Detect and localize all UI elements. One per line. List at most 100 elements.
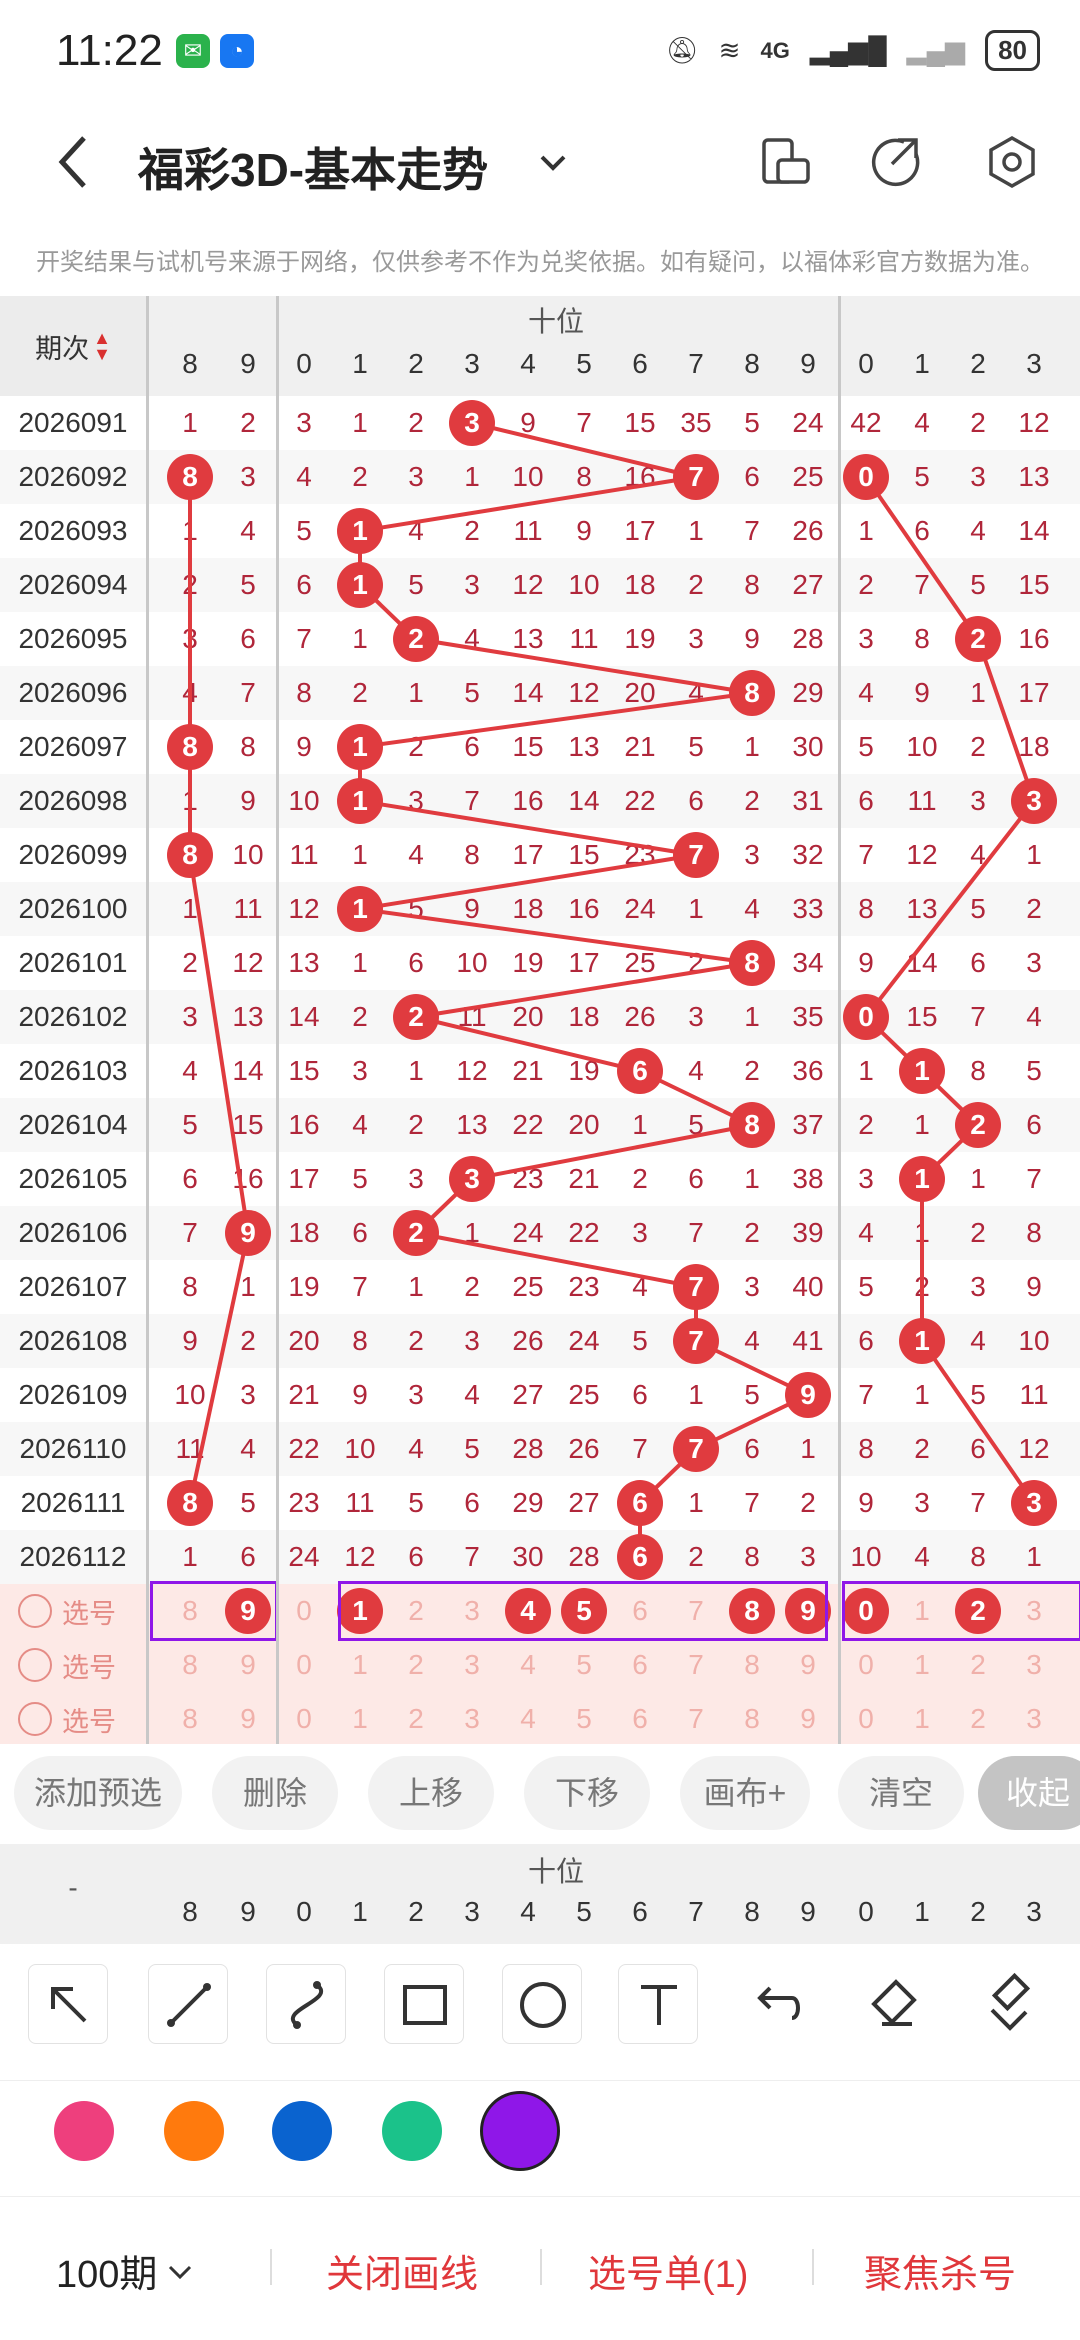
trend-ball: 0	[843, 454, 889, 500]
select-number[interactable]: 4	[500, 1638, 556, 1692]
select-row-toggle[interactable]: 选号	[18, 1584, 116, 1638]
select-number[interactable]: 7	[668, 1692, 724, 1746]
trend-cell: 7	[296, 623, 312, 654]
select-number[interactable]: 9	[780, 1638, 836, 1692]
select-number[interactable]: 6	[612, 1638, 668, 1692]
select-number[interactable]: 2	[950, 1692, 1006, 1746]
trend-cell: 14	[512, 677, 544, 708]
select-number[interactable]: 1	[894, 1638, 950, 1692]
layout-toggle-icon[interactable]	[758, 134, 814, 190]
trend-cell: 21	[568, 1163, 600, 1194]
trend-cell: 9	[1026, 1271, 1042, 1302]
column-header: 2	[408, 348, 424, 379]
trend-cell: 1	[1026, 839, 1042, 870]
select-row-toggle[interactable]: 选号	[18, 1692, 116, 1746]
move-down-button[interactable]: 下移	[524, 1756, 650, 1830]
trend-cell: 11	[457, 1001, 487, 1032]
trend-ball: 8	[729, 940, 775, 986]
color-swatch-orange[interactable]	[164, 2101, 224, 2161]
period-count-select[interactable]: 100期	[56, 2243, 195, 2298]
trend-cell: 2	[182, 947, 198, 978]
eraser-icon[interactable]	[852, 1964, 932, 2044]
select-number[interactable]: 9	[220, 1638, 276, 1692]
trend-cell: 8	[970, 1541, 986, 1572]
clear-all-icon[interactable]	[970, 1964, 1050, 2044]
collapse-button[interactable]: 收起	[978, 1756, 1080, 1830]
select-number[interactable]: 8	[162, 1692, 218, 1746]
radio-button[interactable]	[18, 1648, 52, 1682]
select-number[interactable]: 7	[668, 1638, 724, 1692]
delete-button[interactable]: 删除	[212, 1756, 338, 1830]
select-number[interactable]: 2	[388, 1692, 444, 1746]
select-number[interactable]: 5	[556, 1692, 612, 1746]
select-number[interactable]: 9	[780, 1692, 836, 1746]
select-row-toggle[interactable]: 选号	[18, 1638, 116, 1692]
radio-button[interactable]	[18, 1594, 52, 1628]
chevron-down-icon[interactable]	[536, 146, 570, 180]
select-number[interactable]: 8	[162, 1638, 218, 1692]
canvas-plus-button[interactable]: 画布+	[680, 1756, 810, 1830]
rectangle-icon[interactable]	[384, 1964, 464, 2044]
select-number[interactable]: 9	[220, 1692, 276, 1746]
signal-icon: ▂▄▆█	[809, 35, 887, 65]
select-number[interactable]: 1	[332, 1638, 388, 1692]
select-number[interactable]: 8	[724, 1692, 780, 1746]
select-number[interactable]: 1	[332, 1692, 388, 1746]
color-swatch-purple-selected[interactable]	[480, 2091, 560, 2171]
back-arrow-icon[interactable]	[50, 132, 100, 192]
select-number[interactable]: 0	[276, 1584, 332, 1638]
clear-button[interactable]: 清空	[838, 1756, 964, 1830]
select-number[interactable]: 0	[838, 1638, 894, 1692]
period-column-header[interactable]: 期次 ▲ ▼	[0, 296, 146, 396]
select-number[interactable]: 0	[276, 1638, 332, 1692]
color-swatch-pink[interactable]	[54, 2101, 114, 2161]
select-number[interactable]: 4	[500, 1692, 556, 1746]
text-icon[interactable]	[618, 1964, 698, 2044]
focus-kill-button[interactable]: 聚焦杀号	[864, 2243, 1016, 2298]
color-swatches	[0, 2080, 1080, 2190]
trend-cell: 6	[240, 623, 256, 654]
select-number[interactable]: 3	[1006, 1692, 1062, 1746]
line-icon[interactable]	[148, 1964, 228, 2044]
trend-cell: 13	[906, 893, 938, 924]
page-title[interactable]: 福彩3D-基本走势	[138, 134, 488, 200]
curve-icon[interactable]	[266, 1964, 346, 2044]
circle-icon[interactable]	[502, 1964, 582, 2044]
trend-cell: 16	[288, 1109, 320, 1140]
select-number[interactable]: 6	[612, 1692, 668, 1746]
trend-cell: 20	[512, 1001, 544, 1032]
select-number[interactable]: 2	[388, 1638, 444, 1692]
trend-cell: 28	[512, 1433, 544, 1464]
select-number[interactable]: 5	[556, 1638, 612, 1692]
select-number[interactable]: 2	[950, 1638, 1006, 1692]
trend-cell: 10	[568, 569, 600, 600]
select-number[interactable]: 1	[894, 1692, 950, 1746]
trend-cell: 18	[288, 1217, 320, 1248]
select-number[interactable]: 3	[444, 1638, 500, 1692]
trend-cell: 8	[182, 1271, 198, 1302]
color-swatch-blue[interactable]	[272, 2101, 332, 2161]
trend-cell: 7	[182, 1217, 198, 1248]
footer-column-header: 2	[970, 1896, 986, 1927]
share-icon[interactable]	[868, 134, 924, 190]
close-lines-button[interactable]: 关闭画线	[326, 2243, 478, 2298]
select-number[interactable]: 0	[838, 1692, 894, 1746]
radio-button[interactable]	[18, 1702, 52, 1736]
move-up-button[interactable]: 上移	[368, 1756, 494, 1830]
sort-icon[interactable]: ▲ ▼	[93, 329, 111, 363]
select-number[interactable]: 8	[724, 1638, 780, 1692]
trend-cell: 1	[744, 1163, 760, 1194]
select-number[interactable]: 3	[1006, 1638, 1062, 1692]
select-number[interactable]: 3	[444, 1692, 500, 1746]
add-preselect-button[interactable]: 添加预选	[14, 1756, 182, 1830]
wechat-icon: ✉	[176, 34, 210, 68]
ticket-button[interactable]: 选号单(1)	[588, 2243, 748, 2298]
column-header: 3	[1026, 348, 1042, 379]
select-number[interactable]: 0	[276, 1692, 332, 1746]
undo-icon[interactable]	[736, 1964, 816, 2044]
trend-cell: 8	[858, 1433, 874, 1464]
color-swatch-green[interactable]	[382, 2101, 442, 2161]
trend-cell: 36	[792, 1055, 824, 1086]
select-arrow-icon[interactable]	[28, 1964, 108, 2044]
settings-icon[interactable]	[984, 134, 1040, 190]
